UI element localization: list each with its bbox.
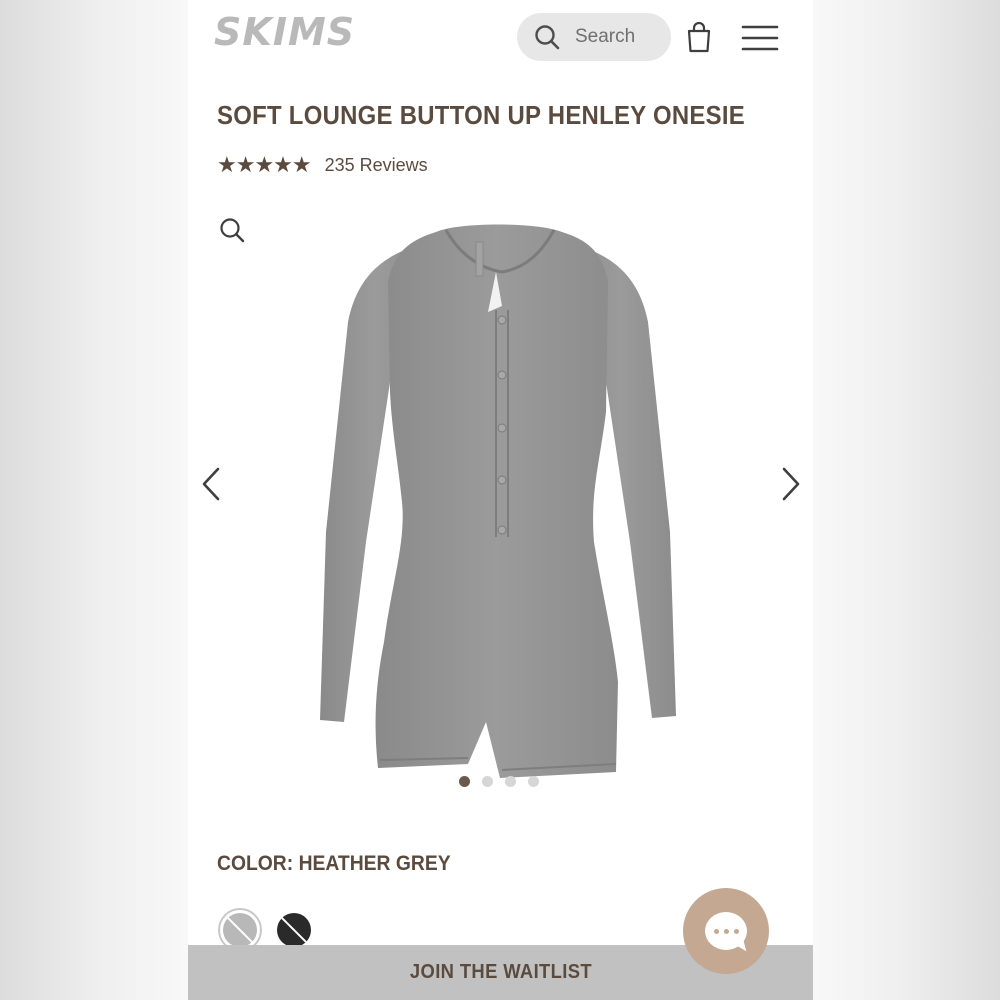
search-bar[interactable]: Search xyxy=(517,13,671,61)
pagination-dot[interactable] xyxy=(505,776,516,787)
mobile-page: SKIMS Search SOFT LOUNGE BUTTON UP HENLE… xyxy=(188,0,813,1000)
site-header: SKIMS Search xyxy=(188,0,813,80)
join-waitlist-label: JOIN THE WAITLIST xyxy=(409,961,592,983)
skims-logo[interactable]: SKIMS xyxy=(214,10,355,54)
chat-bubble-icon xyxy=(705,912,747,950)
pagination-dot[interactable] xyxy=(482,776,493,787)
product-rating[interactable]: ★★★★★ 235 Reviews xyxy=(217,152,428,178)
star-rating-icon: ★★★★★ xyxy=(217,152,312,177)
swatch-circle xyxy=(277,913,311,947)
next-image-arrow-icon[interactable] xyxy=(780,466,802,502)
color-label: COLOR: HEATHER GREY xyxy=(217,852,451,875)
image-pagination xyxy=(459,776,539,787)
previous-image-arrow-icon[interactable] xyxy=(200,466,222,502)
search-icon xyxy=(535,25,560,50)
pagination-dot[interactable] xyxy=(528,776,539,787)
reviews-link[interactable]: 235 Reviews xyxy=(325,155,428,176)
product-title: SOFT LOUNGE BUTTON UP HENLEY ONESIE xyxy=(217,100,745,130)
search-placeholder: Search xyxy=(575,26,636,47)
zoom-icon[interactable] xyxy=(218,216,246,244)
hamburger-menu-icon[interactable] xyxy=(741,24,779,52)
shopping-bag-icon[interactable] xyxy=(684,20,714,54)
pagination-dot[interactable] xyxy=(459,776,470,787)
product-image-onesie[interactable] xyxy=(318,212,688,782)
chat-button[interactable] xyxy=(683,888,769,974)
swatch-circle xyxy=(223,913,257,947)
